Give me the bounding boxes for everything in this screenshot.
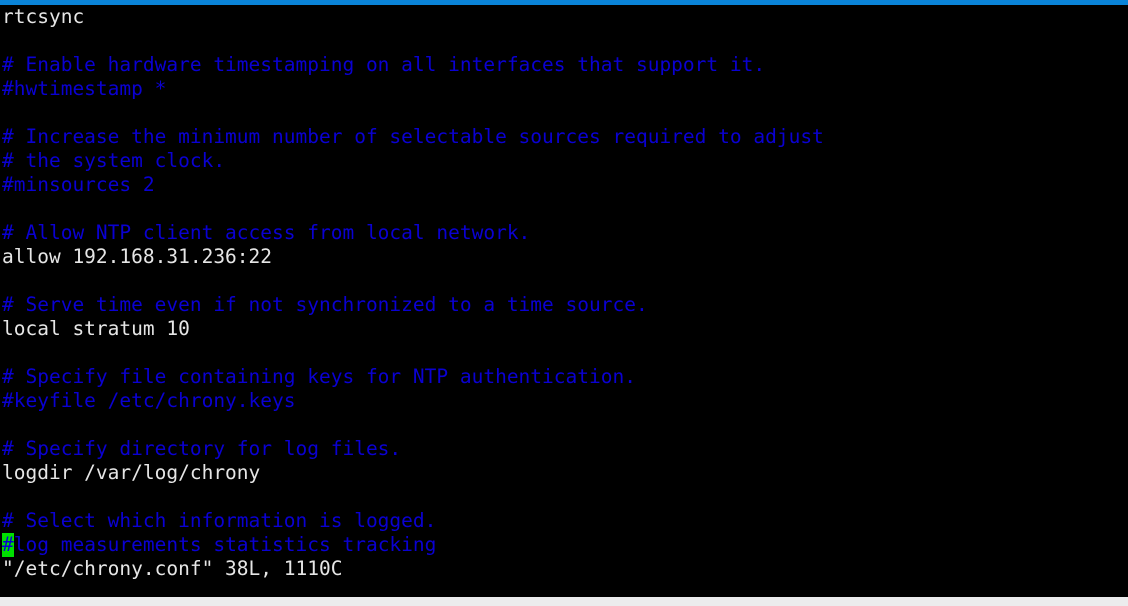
vim-cursor-block[interactable]: #	[2, 533, 14, 557]
vim-buffer[interactable]: rtcsync # Enable hardware timestamping on…	[0, 5, 1128, 533]
vim-buffer-line: rtcsync	[2, 5, 85, 28]
terminal-text-area[interactable]: rtcsync # Enable hardware timestamping on…	[0, 5, 1128, 597]
vim-buffer-line	[0, 197, 1128, 221]
vim-buffer-line: #keyfile /etc/chrony.keys	[2, 389, 296, 412]
window-bottom-chrome-bar	[0, 597, 1128, 606]
terminal-window: rtcsync # Enable hardware timestamping on…	[0, 0, 1128, 606]
vim-buffer-line: #minsources 2	[2, 173, 155, 196]
vim-cursor-line[interactable]: #log measurements statistics tracking	[0, 533, 1128, 557]
vim-buffer-line: # the system clock.	[2, 149, 226, 172]
vim-buffer-line: local stratum 10	[2, 317, 190, 340]
vim-buffer-line: allow 192.168.31.236:22	[2, 245, 273, 268]
vim-buffer-line: # Serve time even if not synchronized to…	[2, 293, 648, 316]
vim-buffer-line	[0, 269, 1128, 293]
vim-status-line: "/etc/chrony.conf" 38L, 1110C	[2, 557, 343, 580]
vim-buffer-line	[0, 101, 1128, 125]
vim-buffer-line: # Enable hardware timestamping on all in…	[2, 53, 766, 76]
vim-buffer-line: # Allow NTP client access from local net…	[2, 221, 531, 244]
vim-buffer-line: logdir /var/log/chrony	[2, 461, 261, 484]
vim-buffer-line	[0, 29, 1128, 53]
vim-buffer-line	[0, 413, 1128, 437]
vim-buffer-line	[0, 485, 1128, 509]
vim-buffer-line: # Select which information is logged.	[2, 509, 437, 532]
vim-cursor-line-text: log measurements statistics tracking	[13, 533, 437, 556]
vim-buffer-line: #hwtimestamp *	[2, 77, 167, 100]
vim-buffer-line: # Specify directory for log files.	[2, 437, 402, 460]
vim-buffer-line: # Increase the minimum number of selecta…	[2, 125, 824, 148]
vim-buffer-line	[0, 341, 1128, 365]
vim-buffer-line: # Specify file containing keys for NTP a…	[2, 365, 636, 388]
